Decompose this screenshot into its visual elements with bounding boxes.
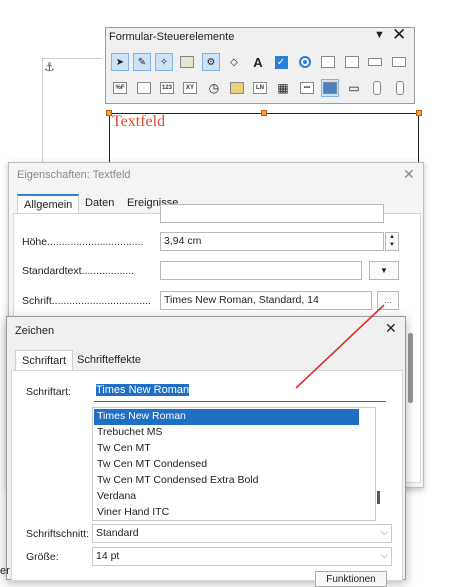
- annotation-arrow: [295, 304, 385, 389]
